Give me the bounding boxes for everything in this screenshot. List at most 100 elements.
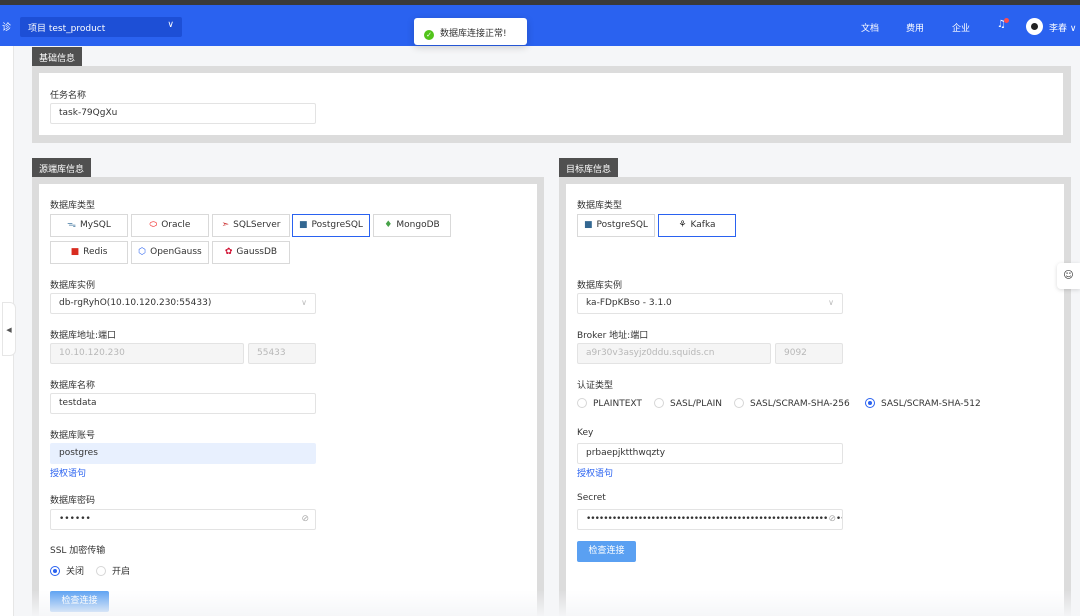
target-instance-select[interactable]: ka-FDpKBso - 3.1.0 ∨	[577, 293, 843, 314]
ssl-on-radio[interactable]: 开启	[96, 564, 130, 577]
sidebar-collapse-button[interactable]: ◀	[2, 302, 16, 356]
source-password-input[interactable]: •••••• ⊘	[50, 509, 316, 530]
source-instance-label: 数据库实例	[50, 281, 96, 291]
nav-docs-link[interactable]: 文档	[861, 21, 879, 34]
broker-host-value: a9r30v3asyjz0ddu.squids.cn	[586, 348, 715, 358]
ssl-off-label: 关闭	[66, 567, 85, 577]
top-navigation-bar: 诊 项目 test_product ∨ 文档 费用 企业 ♫ 李春 ∨	[0, 5, 1080, 46]
basic-info-section-title: 基础信息	[32, 47, 83, 66]
target-check-connection-button[interactable]: 检查连接	[577, 541, 636, 562]
source-ssl-label: SSL 加密传输	[50, 546, 106, 556]
source-db-opengauss-button[interactable]: ⬡ OpenGauss	[131, 241, 209, 264]
source-account-input[interactable]: postgres	[50, 443, 316, 464]
source-db-postgresql-button[interactable]: ■ PostgreSQL	[292, 214, 370, 237]
source-grant-statement-link[interactable]: 授权语句	[50, 466, 86, 479]
oracle-icon: ⬭	[149, 220, 158, 230]
radio-checked-icon	[865, 398, 875, 408]
secret-mask: ••••••••••••••••••••••••••••••••••••••••…	[586, 514, 843, 524]
target-instance-label: 数据库实例	[577, 281, 623, 291]
auth-sasl-scram-512-radio[interactable]: SASL/SCRAM-SHA-512	[865, 398, 981, 409]
source-db-gaussdb-button[interactable]: ✿ GaussDB	[212, 241, 290, 264]
redis-icon: ■	[70, 247, 80, 257]
header-edge-glyph: 诊	[2, 23, 12, 33]
broker-port-input[interactable]: 9092	[775, 343, 843, 364]
source-port-value: 55433	[257, 348, 286, 358]
target-db-kafka-button[interactable]: ⚘ Kafka	[658, 214, 736, 237]
mongodb-leaf-icon: ♦	[384, 220, 393, 230]
user-menu[interactable]: 李春 ∨	[1049, 21, 1076, 34]
target-instance-value: ka-FDpKBso - 3.1.0	[586, 298, 672, 308]
db-button-label: Redis	[83, 247, 108, 257]
ssl-off-radio[interactable]: 关闭	[50, 564, 84, 577]
radio-unchecked-icon	[96, 566, 106, 576]
source-dbname-label: 数据库名称	[50, 381, 96, 391]
auth-type-label: 认证类型	[577, 381, 614, 391]
toast-message: 数据库连接正常!	[440, 29, 507, 39]
task-name-value: task-79QgXu	[59, 108, 118, 118]
eye-slash-icon[interactable]: ⊘	[828, 514, 836, 524]
source-password-mask: ••••••	[59, 514, 91, 524]
radio-checked-icon	[50, 566, 60, 576]
source-db-redis-button[interactable]: ■ Redis	[50, 241, 128, 264]
radio-unchecked-icon	[654, 398, 664, 408]
chevron-down-icon: ∨	[167, 20, 174, 30]
user-chevron-down-icon: ∨	[1069, 24, 1077, 34]
auth-sasl-plain-radio[interactable]: SASL/PLAIN	[654, 398, 722, 409]
auth-plaintext-radio[interactable]: PLAINTEXT	[577, 398, 642, 409]
chat-support-button[interactable]: ☺	[1057, 263, 1080, 289]
radio-unchecked-icon	[577, 398, 587, 408]
source-account-label: 数据库账号	[50, 431, 96, 441]
notification-dot	[1003, 18, 1009, 23]
source-host-input[interactable]: 10.10.120.230	[50, 343, 244, 364]
kafka-icon: ⚘	[678, 220, 687, 230]
db-button-label: SQLServer	[233, 220, 281, 230]
key-input[interactable]: prbaepjktthwqzty	[577, 443, 843, 464]
task-name-input[interactable]: task-79QgXu	[50, 103, 316, 124]
db-button-label: OpenGauss	[150, 247, 202, 257]
source-port-input[interactable]: 55433	[248, 343, 316, 364]
db-button-label: Kafka	[690, 220, 716, 230]
source-db-oracle-button[interactable]: ⬭ Oracle	[131, 214, 209, 237]
source-instance-select[interactable]: db-rgRyhO(10.10.120.230:55433) ∨	[50, 293, 316, 314]
nav-enterprise-link[interactable]: 企业	[952, 21, 970, 34]
auth-option-label: PLAINTEXT	[593, 399, 642, 409]
task-name-label: 任务名称	[50, 91, 87, 101]
mysql-dolphin-icon: ᯓ	[67, 220, 76, 230]
eye-slash-icon[interactable]: ⊘	[301, 514, 309, 524]
success-toast: ✓ 数据库连接正常!	[414, 18, 527, 45]
source-check-connection-button[interactable]: 检查连接	[50, 591, 109, 612]
target-db-postgresql-button[interactable]: ■ PostgreSQL	[577, 214, 655, 237]
nav-billing-link[interactable]: 费用	[906, 21, 924, 34]
broker-host-input[interactable]: a9r30v3asyjz0ddu.squids.cn	[577, 343, 771, 364]
postgresql-elephant-icon: ■	[299, 220, 308, 230]
source-db-mysql-button[interactable]: ᯓ MySQL	[50, 214, 128, 237]
secret-label: Secret	[577, 493, 606, 503]
source-section-title: 源端库信息	[32, 158, 92, 177]
source-dbname-input[interactable]: testdata	[50, 393, 316, 414]
opengauss-icon: ⬡	[138, 247, 147, 257]
source-db-type-label: 数据库类型	[50, 201, 96, 211]
avatar[interactable]	[1026, 18, 1043, 35]
auth-option-label: SASL/SCRAM-SHA-512	[881, 399, 981, 409]
user-name: 李春	[1049, 24, 1068, 34]
sqlserver-icon: ➣	[221, 220, 230, 230]
source-db-mongodb-button[interactable]: ♦ MongoDB	[373, 214, 451, 237]
auth-sasl-scram-256-radio[interactable]: SASL/SCRAM-SHA-256	[734, 398, 850, 409]
db-button-label: GaussDB	[236, 247, 278, 257]
ssl-on-label: 开启	[112, 567, 131, 577]
source-db-sqlserver-button[interactable]: ➣ SQLServer	[212, 214, 290, 237]
target-db-type-label: 数据库类型	[577, 201, 623, 211]
target-section-title: 目标库信息	[559, 158, 619, 177]
huawei-gaussdb-icon: ✿	[224, 247, 233, 257]
secret-input[interactable]: ••••••••••••••••••••••••••••••••••••••••…	[577, 509, 843, 530]
source-dbname-value: testdata	[59, 398, 97, 408]
source-password-label: 数据库密码	[50, 496, 96, 506]
notification-bell-icon[interactable]: ♫	[997, 18, 1009, 30]
project-selector[interactable]: 项目 test_product ∨	[20, 17, 182, 37]
radio-unchecked-icon	[734, 398, 744, 408]
key-label: Key	[577, 428, 594, 438]
key-value: prbaepjktthwqzty	[586, 448, 666, 458]
postgresql-elephant-icon: ■	[584, 220, 593, 230]
target-grant-statement-link[interactable]: 授权语句	[577, 466, 613, 479]
db-button-label: MySQL	[79, 220, 111, 230]
